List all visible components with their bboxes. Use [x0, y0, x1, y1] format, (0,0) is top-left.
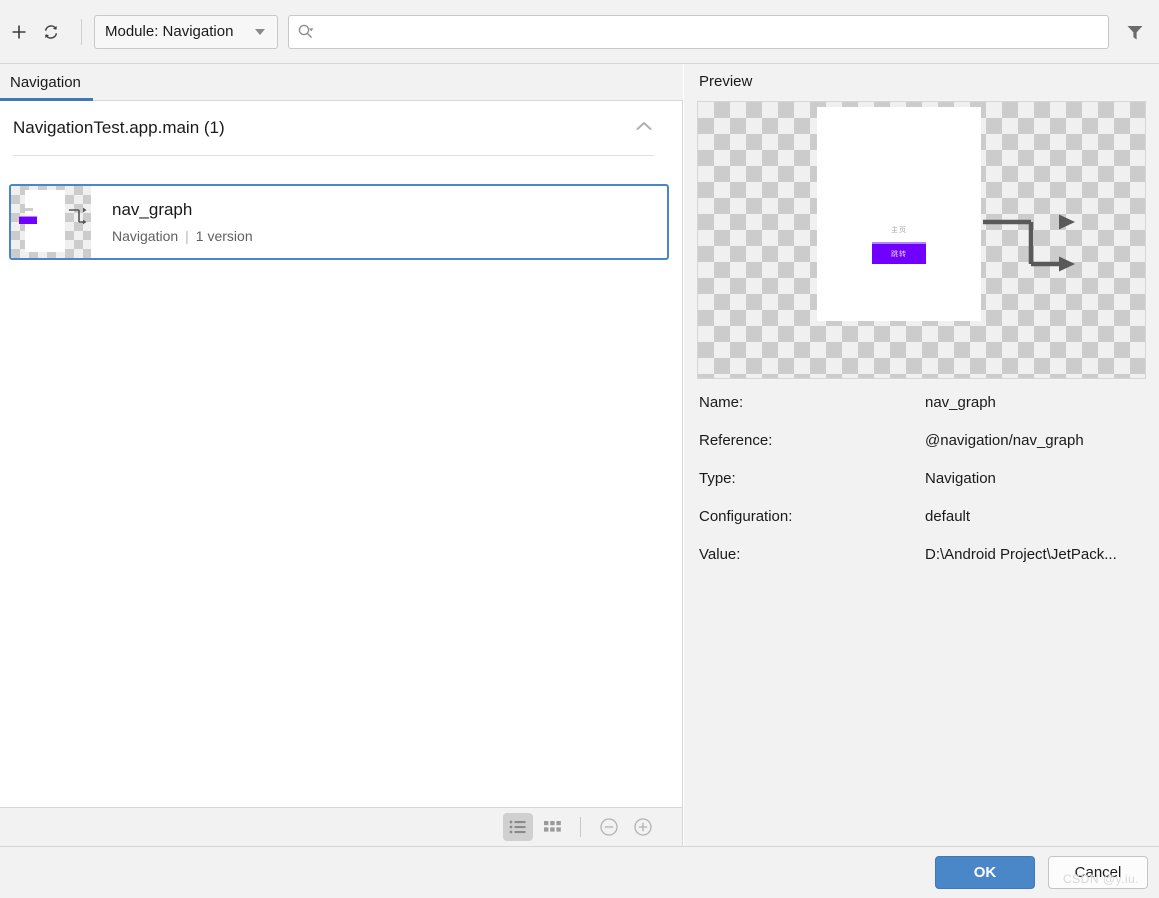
- grid-view-icon: [543, 820, 561, 832]
- detail-value-configuration: default: [925, 508, 971, 525]
- preview-phone-canvas: 主页 跳转: [817, 107, 981, 321]
- resource-list-panel: NavigationTest.app.main (1) nav_graph Na…: [0, 101, 683, 807]
- toolbar-divider: [81, 18, 82, 45]
- resource-item-nav-graph[interactable]: nav_graph Navigation | 1 version: [9, 184, 669, 260]
- resource-item-type: Navigation: [112, 227, 179, 244]
- preview-screen-button: 跳转: [872, 242, 926, 264]
- filter-button[interactable]: [1117, 12, 1153, 52]
- refresh-icon: [44, 24, 58, 39]
- resource-group-title: NavigationTest.app.main (1): [13, 118, 225, 137]
- detail-key-reference: Reference:: [699, 432, 773, 449]
- resource-picker-dialog: Module: Navigation Navigation Navigation…: [0, 0, 1159, 898]
- zoom-in-button[interactable]: [628, 813, 658, 841]
- resource-item-versions: 1 version: [195, 227, 253, 244]
- thumbnail-nav-arrows-icon: [69, 207, 87, 225]
- detail-key-name: Name:: [699, 394, 744, 411]
- add-resource-button[interactable]: [3, 16, 35, 48]
- view-options-toolbar: [0, 807, 683, 846]
- module-selector-label: Module: Navigation: [105, 23, 234, 40]
- meta-separator: |: [185, 227, 189, 244]
- search-field[interactable]: [288, 14, 1109, 49]
- preview-image-frame: 主页 跳转: [697, 101, 1146, 379]
- resource-item-name: nav_graph: [112, 199, 193, 219]
- filter-icon: [1127, 25, 1143, 39]
- chevron-down-icon: [255, 28, 265, 35]
- top-toolbar: Module: Navigation: [0, 0, 1159, 64]
- preview-panel: Preview 主页 跳转 Name: nav_graph Reference:…: [684, 64, 1159, 846]
- ok-button[interactable]: OK: [935, 856, 1035, 889]
- detail-row: Value: D:\Android Project\JetPack...: [699, 546, 1149, 584]
- resource-item-body: nav_graph Navigation | 1 version: [91, 186, 667, 258]
- chevron-up-icon[interactable]: [634, 119, 654, 138]
- cancel-button[interactable]: Cancel: [1048, 856, 1148, 889]
- plus-icon: [12, 25, 26, 38]
- dialog-footer: OK Cancel: [0, 846, 1159, 898]
- zoom-out-button[interactable]: [594, 813, 624, 841]
- view-toolbar-divider: [580, 817, 581, 837]
- tab-navigation[interactable]: Navigation: [0, 64, 93, 101]
- list-view-button[interactable]: [503, 813, 533, 841]
- preview-nav-arrows-icon: [983, 214, 1075, 272]
- grid-view-button[interactable]: [537, 813, 567, 841]
- tab-navigation-label: Navigation: [10, 73, 81, 91]
- resource-thumbnail: [11, 186, 91, 258]
- detail-row: Name: nav_graph: [699, 394, 1149, 432]
- resource-details: Name: nav_graph Reference: @navigation/n…: [699, 394, 1149, 584]
- detail-value-reference: @navigation/nav_graph: [925, 432, 1084, 449]
- module-selector[interactable]: Module: Navigation: [94, 14, 278, 49]
- thumbnail-text-placeholder: [25, 208, 33, 211]
- detail-value-name: nav_graph: [925, 394, 996, 411]
- thumbnail-button-placeholder: [19, 216, 37, 224]
- preview-screen-text: 主页: [891, 227, 907, 234]
- detail-row: Configuration: default: [699, 508, 1149, 546]
- detail-key-type: Type:: [699, 470, 736, 487]
- search-input[interactable]: [314, 16, 1108, 47]
- search-icon[interactable]: [297, 23, 314, 40]
- resource-group-header[interactable]: NavigationTest.app.main (1): [13, 101, 654, 156]
- tab-strip: Navigation: [0, 64, 683, 101]
- resource-item-meta: Navigation | 1 version: [112, 225, 667, 247]
- detail-value-value: D:\Android Project\JetPack...: [925, 546, 1117, 563]
- plus-circle-icon: [634, 818, 652, 836]
- detail-key-configuration: Configuration:: [699, 508, 793, 525]
- list-view-icon: [509, 820, 526, 834]
- detail-key-value: Value:: [699, 546, 741, 563]
- preview-title: Preview: [699, 73, 753, 90]
- detail-row: Reference: @navigation/nav_graph: [699, 432, 1149, 470]
- detail-row: Type: Navigation: [699, 470, 1149, 508]
- detail-value-type: Navigation: [925, 470, 996, 487]
- refresh-button[interactable]: [35, 16, 67, 48]
- minus-circle-icon: [600, 818, 618, 836]
